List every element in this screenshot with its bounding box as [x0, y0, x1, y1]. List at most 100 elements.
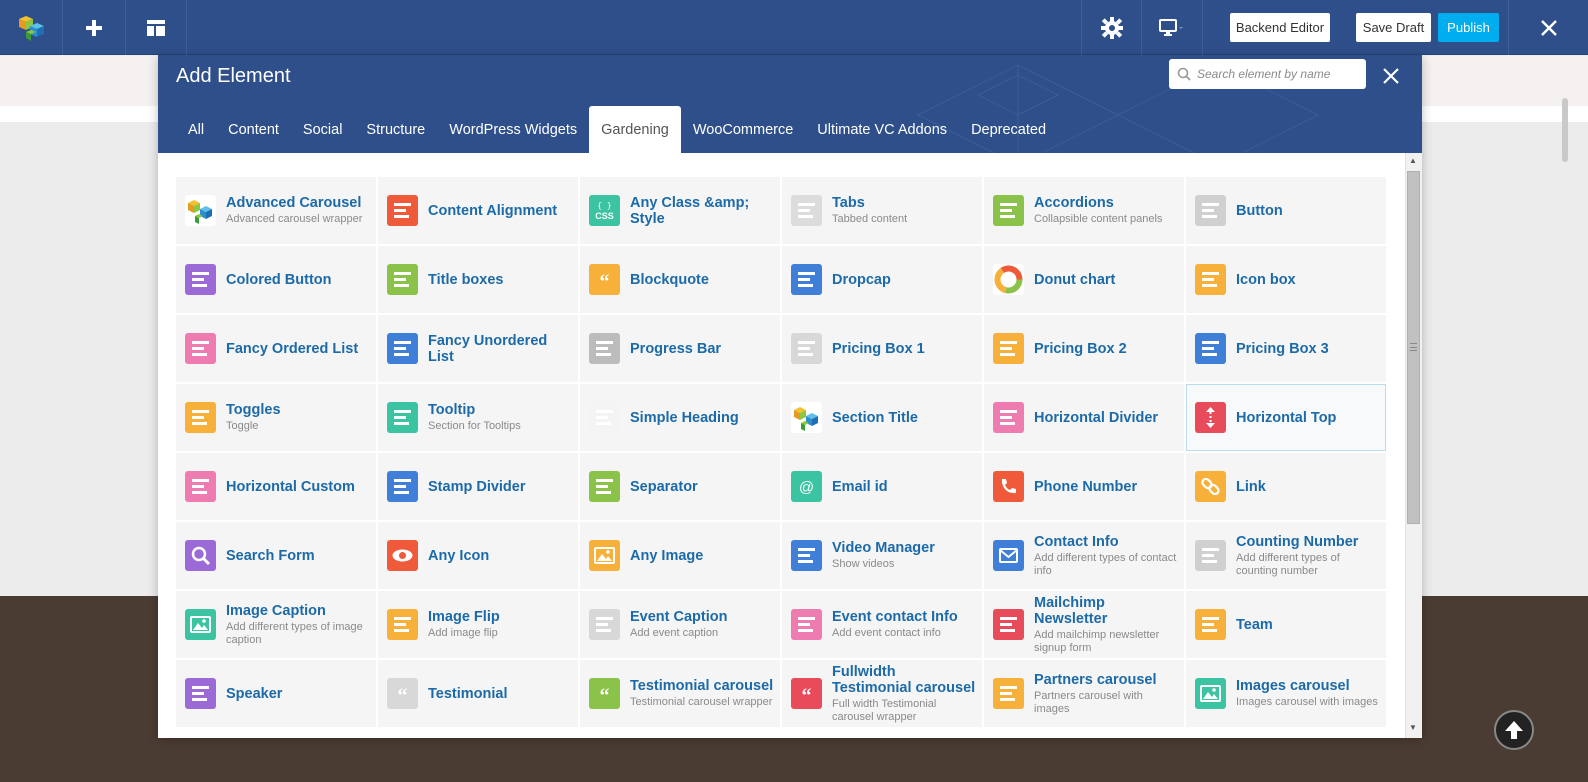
tooltip-icon-glyph	[394, 410, 411, 425]
element-partners-carousel[interactable]: Partners carousel Partners carousel with …	[984, 660, 1184, 727]
element-stamp-divider[interactable]: Stamp Divider	[378, 453, 578, 520]
element-name: Colored Button	[226, 271, 332, 288]
element-link[interactable]: Link	[1186, 453, 1386, 520]
element-search-form[interactable]: Search Form	[176, 522, 376, 589]
element-name: Advanced Carousel	[226, 195, 362, 211]
tab-structure[interactable]: Structure	[354, 106, 437, 153]
element-event-contact-info[interactable]: Event contact Info Add event contact info	[782, 591, 982, 658]
element-icon-box[interactable]: Icon box	[1186, 246, 1386, 313]
responsive-preview-button[interactable]	[1141, 0, 1203, 55]
element-horizontal-top[interactable]: Horizontal Top	[1186, 384, 1386, 451]
publish-button[interactable]: Publish	[1438, 13, 1499, 42]
tab-wordpress-widgets[interactable]: WordPress Widgets	[437, 106, 589, 153]
element-text: Pricing Box 2	[1034, 341, 1127, 357]
element-name: Email id	[832, 478, 888, 495]
element-donut-chart[interactable]: Donut chart	[984, 246, 1184, 313]
element-title-boxes[interactable]: Title boxes	[378, 246, 578, 313]
quote-carousel-icon: “	[589, 678, 620, 709]
tab-all[interactable]: All	[176, 106, 216, 153]
element-image-flip[interactable]: Image Flip Add image flip	[378, 591, 578, 658]
element-colored-button[interactable]: Colored Button	[176, 246, 376, 313]
exit-editor-button[interactable]	[1508, 0, 1588, 55]
element-search[interactable]	[1169, 59, 1366, 89]
element-pricing-box-2[interactable]: Pricing Box 2	[984, 315, 1184, 382]
element-name: Image Flip	[428, 609, 500, 625]
element-list: Advanced Carousel Advanced carousel wrapp…	[158, 153, 1422, 738]
element-name: Accordions	[1034, 195, 1114, 211]
counter-icon-glyph	[1202, 548, 1219, 563]
element-counting-number[interactable]: Counting Number Add different types of co…	[1186, 522, 1386, 589]
element-pricing-box-1[interactable]: Pricing Box 1	[782, 315, 982, 382]
element-any-class-and-style[interactable]: { } CSS Any Class &amp; Style	[580, 177, 780, 244]
element-separator[interactable]: Separator	[580, 453, 780, 520]
element-blockquote[interactable]: “ Blockquote	[580, 246, 780, 313]
back-to-top-button[interactable]	[1494, 710, 1534, 750]
search-input[interactable]	[1197, 67, 1357, 81]
tab-woocommerce[interactable]: WooCommerce	[681, 106, 805, 153]
modal-close-button[interactable]	[1378, 63, 1404, 89]
vc-cubes-icon-glyph	[188, 200, 212, 224]
vc-logo[interactable]	[0, 0, 63, 55]
tab-ultimate-vc-addons[interactable]: Ultimate VC Addons	[805, 106, 959, 153]
element-any-image[interactable]: Any Image	[580, 522, 780, 589]
quote-bubble-icon-glyph: “	[600, 271, 610, 293]
element-description: Add different types of contact info	[1034, 551, 1177, 577]
element-progress-bar[interactable]: Progress Bar	[580, 315, 780, 382]
tab-deprecated[interactable]: Deprecated	[959, 106, 1058, 153]
element-horizontal-divider[interactable]: Horizontal Divider	[984, 384, 1184, 451]
element-video-manager[interactable]: Video Manager Show videos	[782, 522, 982, 589]
element-testimonial-carousel[interactable]: “Testimonial carousel Testimonial carouse…	[580, 660, 780, 727]
element-text: Team	[1236, 617, 1273, 633]
toggle-list-icon-glyph	[192, 410, 209, 425]
element-accordions[interactable]: Accordions Collapsible content panels	[984, 177, 1184, 244]
vertical-arrows-icon	[1195, 402, 1226, 433]
search-icon	[1177, 67, 1191, 81]
scroll-up-arrow-icon[interactable]: ▲	[1409, 156, 1417, 165]
element-button[interactable]: Button	[1186, 177, 1386, 244]
element-image-caption[interactable]: Image Caption Add different types of imag…	[176, 591, 376, 658]
quote-icon: “	[387, 678, 418, 709]
element-mailchimp-newsletter[interactable]: Mailchimp Newsletter Add mailchimp newsle…	[984, 591, 1184, 658]
element-phone-number[interactable]: Phone Number	[984, 453, 1184, 520]
element-team[interactable]: Team	[1186, 591, 1386, 658]
element-images-carousel[interactable]: Images carousel Images carousel with imag…	[1186, 660, 1386, 727]
element-section-title[interactable]: Section Title	[782, 384, 982, 451]
element-testimonial[interactable]: “ Testimonial	[378, 660, 578, 727]
templates-button[interactable]	[126, 0, 187, 55]
vc-cubes-icon	[791, 402, 822, 433]
element-name: Testimonial	[428, 685, 508, 702]
element-simple-heading[interactable]: Simple Heading	[580, 384, 780, 451]
element-pricing-box-3[interactable]: Pricing Box 3	[1186, 315, 1386, 382]
element-any-icon[interactable]: Any Icon	[378, 522, 578, 589]
tab-content[interactable]: Content	[216, 106, 291, 153]
svg-text:“: “	[802, 685, 812, 707]
tab-gardening[interactable]: Gardening	[589, 106, 681, 153]
element-toggles[interactable]: Toggles Toggle	[176, 384, 376, 451]
element-speaker[interactable]: Speaker	[176, 660, 376, 727]
settings-button[interactable]	[1081, 0, 1141, 55]
element-event-caption[interactable]: Event Caption Add event caption	[580, 591, 780, 658]
element-dropcap[interactable]: Dropcap	[782, 246, 982, 313]
element-content-alignment[interactable]: Content Alignment	[378, 177, 578, 244]
element-tooltip[interactable]: Tooltip Section for Tooltips	[378, 384, 578, 451]
element-fullwidth-testimonial-carousel[interactable]: “ Fullwidth Testimonial carousel Full widt…	[782, 660, 982, 727]
scroll-down-arrow-icon[interactable]: ▼	[1409, 723, 1417, 732]
element-fancy-ordered-list[interactable]: Fancy Ordered List	[176, 315, 376, 382]
element-text: Horizontal Custom	[226, 479, 355, 495]
save-draft-button[interactable]: Save Draft	[1356, 13, 1431, 42]
element-advanced-carousel[interactable]: Advanced Carousel Advanced carousel wrapp…	[176, 177, 376, 244]
team-icon-glyph	[1202, 617, 1219, 632]
element-email-id[interactable]: @ Email id	[782, 453, 982, 520]
element-text: Video Manager Show videos	[832, 540, 935, 571]
element-contact-info[interactable]: Contact Info Add different types of conta…	[984, 522, 1184, 589]
tab-social[interactable]: Social	[291, 106, 355, 153]
element-tabs[interactable]: Tabs Tabbed content	[782, 177, 982, 244]
add-element-button[interactable]	[63, 0, 126, 55]
backend-editor-button[interactable]: Backend Editor	[1230, 13, 1330, 42]
price-ten-icon-glyph	[1000, 341, 1017, 356]
element-description: Partners carousel with images	[1034, 689, 1143, 715]
element-horizontal-custom[interactable]: Horizontal Custom	[176, 453, 376, 520]
element-text: Progress Bar	[630, 341, 721, 357]
element-fancy-unordered-list[interactable]: Fancy Unordered List	[378, 315, 578, 382]
page-scrollbar[interactable]	[1562, 98, 1568, 162]
